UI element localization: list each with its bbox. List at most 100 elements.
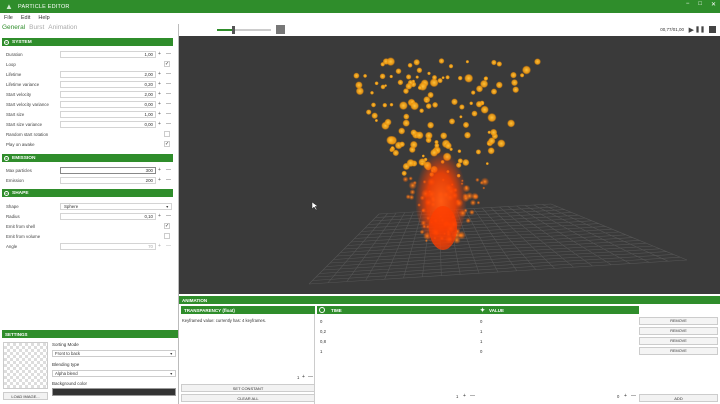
shape-select[interactable]: Sphere ▼ [60,202,172,210]
blending-type-label: Blending type [52,362,80,367]
emit-shell-label: Emit from shell [6,223,36,229]
decrement-icon[interactable]: — [166,213,171,219]
sorting-mode-select[interactable]: Front to back ▼ [52,350,176,357]
add-value-icon[interactable]: + [624,393,627,399]
keyframe-time[interactable]: 0,8 [320,339,326,344]
particle [395,68,402,75]
decrement-icon[interactable]: — [166,121,171,127]
system-row-field[interactable]: 0,00 [60,120,156,128]
remove-keyframe-button[interactable]: REMOVE [639,347,718,355]
system-row-checkbox[interactable]: ✓ [164,141,170,147]
close-button[interactable]: ✕ [711,1,716,8]
keyframe-time[interactable]: 0,2 [320,329,326,334]
zoom-slider-thumb[interactable] [231,26,235,34]
particle [399,141,406,148]
menu-help[interactable]: Help [38,15,49,21]
particle [496,61,503,67]
system-row-checkbox[interactable] [164,131,170,137]
system-row-field[interactable]: 0,00 [60,100,156,108]
particle [380,84,386,90]
system-row-field[interactable]: 0,20 [60,80,156,88]
decrement-icon[interactable]: — [166,71,171,77]
menu-file[interactable]: File [4,15,13,21]
remove-property-icon[interactable]: — [308,374,313,380]
particle [403,113,410,120]
radius-field[interactable]: 0,10 [60,212,156,220]
increment-icon[interactable]: + [158,243,161,249]
increment-icon[interactable]: + [158,177,161,183]
keyframe-value[interactable]: 0 [480,319,482,324]
decrement-icon[interactable]: — [166,243,171,249]
remove-keyframe-button[interactable]: REMOVE [639,317,718,325]
angle-field[interactable]: 70 [60,242,156,250]
system-row-field[interactable]: 1,00 [60,110,156,118]
increment-icon[interactable]: + [158,121,161,127]
particle [448,118,456,125]
system-row-field[interactable]: 1,00 [60,50,156,58]
system-row-field[interactable]: 2,00 [60,70,156,78]
background-color-swatch[interactable] [52,388,176,396]
clear-all-button[interactable]: CLEAR ALL [181,394,315,402]
system-row-field[interactable]: 2,00 [60,90,156,98]
increment-icon[interactable]: + [158,213,161,219]
emission-section-header[interactable]: − EMISSION [2,154,173,162]
particle [462,121,470,129]
increment-icon[interactable]: + [158,51,161,57]
blending-type-select[interactable]: Alpha blend ▼ [52,370,176,377]
keyframe-value[interactable]: 0 [480,349,482,354]
decrement-icon[interactable]: — [166,101,171,107]
emission-field[interactable]: 200 [60,176,156,184]
particle [408,176,413,181]
remove-keyframe-button[interactable]: REMOVE [639,337,718,345]
load-image-button[interactable]: LOAD IMAGE... [3,392,48,400]
remove-keyframe-button[interactable]: REMOVE [639,327,718,335]
decrement-icon[interactable]: — [166,91,171,97]
keyframe-time[interactable]: 0 [320,319,322,324]
remove-value-icon[interactable]: — [631,393,636,399]
emit-shell-checkbox[interactable]: ✓ [164,223,170,229]
decrement-icon[interactable]: — [166,81,171,87]
menu-edit[interactable]: Edit [21,15,30,21]
property-item-transparency[interactable]: TRANSPARENCY (float) [181,306,315,314]
shape-section-header[interactable]: − SHAPE [2,189,173,197]
property-list: TRANSPARENCY (float) Keyframed value: cu… [181,306,315,404]
emit-volume-checkbox[interactable] [164,233,170,239]
particle-viewport[interactable] [179,36,720,294]
viewport-toolbar: ↻ ⊝ ⊕ 00,77/01,00 ▶ ❚❚ [179,24,720,56]
increment-icon[interactable]: + [158,167,161,173]
decrement-icon[interactable]: — [166,51,171,57]
grid-line [315,254,674,278]
particle [463,131,472,139]
increment-icon[interactable]: + [158,91,161,97]
particle [415,75,419,79]
keyframe-time[interactable]: 1 [320,349,322,354]
add-keyframe-button[interactable]: ADD [639,394,718,402]
increment-icon[interactable]: + [158,81,161,87]
pause-icon[interactable]: ❚❚ [695,26,705,33]
decrement-icon[interactable]: — [166,111,171,117]
keyframe-value[interactable]: 1 [480,329,482,334]
maximize-button[interactable]: □ [698,1,702,8]
set-constant-button[interactable]: SET CONSTANT [181,384,315,392]
texture-preview[interactable] [3,342,48,389]
increment-icon[interactable]: + [158,111,161,117]
play-icon[interactable]: ▶ [689,26,694,34]
max-particles-field[interactable]: 300 [60,166,156,174]
add-property-icon[interactable]: + [302,374,305,380]
increment-icon[interactable]: + [158,101,161,107]
increment-icon[interactable]: + [158,71,161,77]
stop-icon[interactable] [709,26,716,33]
zoom-slider[interactable] [217,26,271,34]
decrement-icon[interactable]: — [166,167,171,173]
remove-time-icon[interactable]: — [470,393,475,399]
particle [389,102,394,107]
decrement-icon[interactable]: — [166,177,171,183]
particle [424,131,433,140]
add-time-icon[interactable]: + [463,393,466,399]
system-section-header[interactable]: − SYSTEM [2,38,173,46]
system-row-checkbox[interactable]: ✓ [164,61,170,67]
time-column-header: TIME [317,306,478,314]
minimize-button[interactable]: − [686,1,690,8]
keyframe-value[interactable]: 1 [480,339,482,344]
view-mode-button[interactable] [276,25,285,34]
